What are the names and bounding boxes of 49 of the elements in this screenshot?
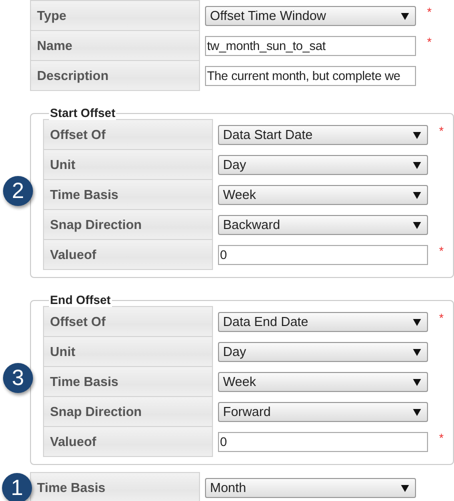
required-mark: * (438, 310, 445, 327)
required-mark: * (426, 34, 433, 51)
dropdown[interactable]: Data End Date (218, 312, 428, 332)
input-field[interactable]: tw_month_sun_to_sat (205, 36, 416, 56)
required-mark: * (426, 4, 433, 21)
caret-icon (413, 132, 421, 138)
field-label: Offset Of (43, 119, 213, 150)
required-mark: * (438, 123, 445, 140)
field-label: Valueof (43, 239, 213, 270)
dropdown[interactable]: Forward (218, 402, 428, 422)
dropdown[interactable]: Week (218, 372, 428, 392)
field-label: Offset Of (43, 306, 213, 337)
field-label: Description (30, 60, 200, 91)
dropdown[interactable]: Offset Time Window (205, 6, 416, 26)
field-label: Valueof (43, 426, 213, 457)
required-mark: * (438, 243, 445, 260)
dropdown[interactable]: Day (218, 342, 428, 362)
section-legend: Start Offset (49, 106, 116, 120)
caret-icon (413, 348, 421, 356)
field-label: Unit (43, 149, 213, 180)
caret-icon (401, 484, 409, 492)
dropdown[interactable]: Month (205, 478, 416, 498)
caret-icon (401, 12, 409, 20)
field-label: Type (30, 0, 200, 31)
dropdown[interactable]: Week (218, 185, 428, 205)
caret-icon (413, 162, 421, 168)
input-field[interactable]: The current month, but complete we (205, 66, 416, 86)
caret-icon (413, 378, 421, 386)
input-field[interactable]: 0 (218, 245, 428, 265)
caret-icon (413, 318, 421, 326)
field-label: Name (30, 30, 200, 61)
field-label: Time Basis (43, 366, 213, 397)
dropdown[interactable]: Backward (218, 215, 428, 235)
caret-icon (413, 222, 421, 228)
field-label: Snap Direction (43, 396, 213, 427)
field-label: Time Basis (30, 472, 200, 501)
field-label: Unit (43, 336, 213, 367)
dropdown[interactable]: Data Start Date (218, 125, 428, 145)
step-badge: 3 (3, 363, 33, 393)
dropdown[interactable]: Day (218, 155, 428, 175)
field-label: Time Basis (43, 179, 213, 210)
required-mark: * (438, 430, 445, 447)
input-field[interactable]: 0 (218, 432, 428, 452)
caret-icon (413, 192, 421, 198)
step-badge: 2 (3, 176, 33, 206)
step-badge: 1 (2, 473, 32, 501)
caret-icon (413, 408, 421, 416)
field-label: Snap Direction (43, 209, 213, 240)
section-legend: End Offset (49, 293, 112, 307)
